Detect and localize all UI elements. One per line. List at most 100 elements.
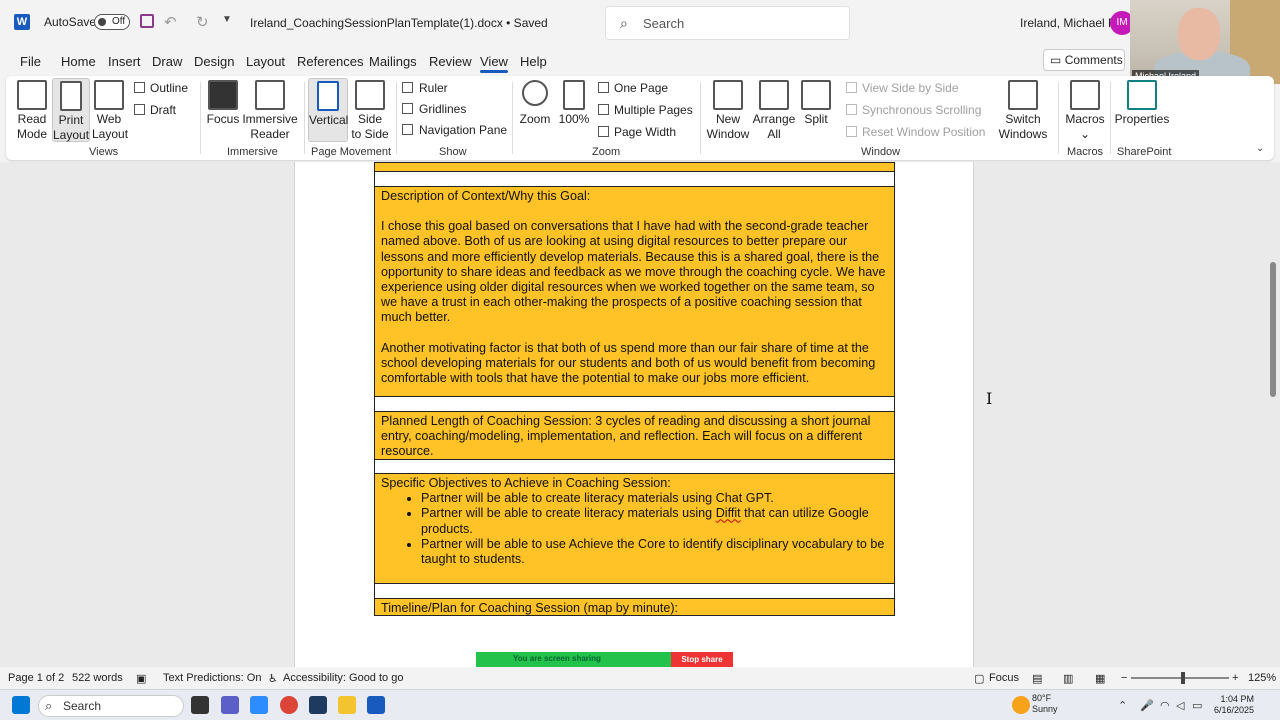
read-mode-button[interactable]: Read Mode (12, 80, 52, 142)
tray-overflow-icon[interactable]: ⌃ (1118, 699, 1127, 712)
navigation-pane-checkbox-box[interactable] (402, 124, 413, 135)
taskbar-clock[interactable]: 1:04 PM 6/16/2025 (1212, 694, 1254, 716)
zoom-out-icon[interactable]: − (1121, 672, 1127, 684)
multiple-pages-button[interactable]: Multiple Pages (598, 103, 693, 117)
focus-mode-icon[interactable]: ▢ (974, 672, 984, 685)
read-mode-view-icon[interactable]: ▤ (1032, 672, 1042, 685)
tab-references[interactable]: References (297, 54, 363, 69)
tab-design[interactable]: Design (194, 54, 234, 69)
web-layout-view-icon[interactable]: ▦ (1095, 672, 1105, 685)
outline-button[interactable]: Outline (134, 81, 188, 95)
tab-layout[interactable]: Layout (246, 54, 285, 69)
task-view-icon[interactable] (191, 696, 209, 714)
tab-draw[interactable]: Draw (152, 54, 182, 69)
zoom-100-button[interactable]: 100% (558, 80, 590, 127)
reset-window-position-button[interactable]: Reset Window Position (846, 125, 985, 139)
vertical-button[interactable]: Vertical (308, 78, 348, 142)
ruler-checkbox[interactable]: Ruler (402, 81, 448, 95)
vertical-scrollbar[interactable] (1270, 262, 1276, 397)
context-cell[interactable]: Description of Context/Why this Goal: I … (374, 186, 895, 397)
user-name[interactable]: Ireland, Michael R (1020, 16, 1117, 30)
document-page[interactable]: Description of Context/Why this Goal: I … (294, 162, 974, 667)
search-input[interactable]: ⌕ Search (605, 6, 850, 40)
immersive-reader-button[interactable]: Immersive Reader (242, 80, 298, 142)
zoom-slider-thumb[interactable] (1181, 672, 1185, 684)
table-cell-blank[interactable] (374, 459, 895, 474)
navigation-pane-checkbox[interactable]: Navigation Pane (402, 123, 507, 137)
chrome-icon[interactable] (280, 696, 298, 714)
document-canvas[interactable]: Description of Context/Why this Goal: I … (0, 162, 1280, 667)
page-width-button[interactable]: Page Width (598, 125, 676, 139)
comments-button[interactable]: ▭ Comments (1043, 49, 1125, 71)
properties-button[interactable]: Properties (1114, 80, 1170, 127)
page-count[interactable]: Page 1 of 2 (8, 672, 64, 684)
tab-help[interactable]: Help (520, 54, 547, 69)
redo-icon[interactable]: ↻ (196, 13, 209, 31)
timeline-cell[interactable]: Timeline/Plan for Coaching Session (map … (374, 598, 895, 616)
document-title[interactable]: Ireland_CoachingSessionPlanTemplate(1).d… (250, 16, 548, 30)
new-window-button[interactable]: New Window (706, 80, 750, 142)
tab-file[interactable]: File (20, 54, 41, 69)
collapse-ribbon-icon[interactable]: ⌄ (1256, 143, 1264, 154)
read-mode-label-1: Read (17, 112, 47, 126)
switch-windows-button[interactable]: Switch Windows (992, 80, 1054, 142)
word-taskbar-icon[interactable] (367, 696, 385, 714)
quick-access-dropdown-icon[interactable]: ▼ (222, 14, 232, 25)
accessibility-status[interactable]: Accessibility: Good to go (283, 672, 403, 684)
stop-share-button[interactable]: Stop share (671, 652, 733, 667)
web-layout-button[interactable]: Web Layout (92, 80, 128, 142)
autosave-toggle[interactable]: Off (94, 14, 130, 30)
taskbar-search[interactable]: Search (38, 695, 184, 717)
navigation-pane-label: Navigation Pane (419, 123, 508, 137)
objectives-cell[interactable]: Specific Objectives to Achieve in Coachi… (374, 473, 895, 584)
focus-button[interactable]: Focus (206, 80, 240, 127)
windows-start-icon[interactable] (12, 696, 30, 714)
tab-review[interactable]: Review (429, 54, 472, 69)
zoom-level[interactable]: 125% (1248, 672, 1276, 684)
ruler-checkbox-box[interactable] (402, 82, 413, 93)
volume-icon[interactable]: ◁ (1176, 699, 1184, 712)
gridlines-checkbox-box[interactable] (402, 103, 413, 114)
tab-view[interactable]: View (480, 54, 508, 73)
status-bar: Page 1 of 2 522 words ▣ Text Predictions… (0, 667, 1280, 689)
table-cell-blank[interactable] (374, 171, 895, 187)
save-icon[interactable] (140, 14, 154, 28)
arrange-all-button[interactable]: Arrange All (752, 80, 796, 142)
one-page-label: One Page (614, 81, 669, 95)
view-side-by-side-button[interactable]: View Side by Side (846, 81, 959, 95)
teams-icon[interactable] (221, 696, 239, 714)
spelling-flagged-word[interactable]: Diffit (716, 506, 741, 520)
microphone-icon[interactable]: 🎤 (1140, 699, 1154, 712)
table-cell-blank[interactable] (374, 396, 895, 412)
undo-icon[interactable]: ↶ (164, 13, 177, 31)
zoom-button[interactable]: Zoom (518, 80, 552, 127)
tab-mailings[interactable]: Mailings (369, 54, 417, 69)
app-icon[interactable] (309, 696, 327, 714)
zoom-app-icon[interactable] (250, 696, 268, 714)
print-layout-button[interactable]: Print Layout (52, 78, 90, 142)
zoom-in-icon[interactable]: + (1232, 672, 1238, 684)
focus-mode-label[interactable]: Focus (989, 672, 1019, 684)
macros-button[interactable]: Macros ⌄ (1064, 80, 1106, 142)
zoom-slider[interactable] (1131, 677, 1229, 679)
draft-button[interactable]: Draft (134, 103, 176, 117)
synchronous-scrolling-button[interactable]: Synchronous Scrolling (846, 103, 981, 117)
split-button[interactable]: Split (800, 80, 832, 127)
file-explorer-icon[interactable] (338, 696, 356, 714)
text-predictions-status[interactable]: Text Predictions: On (163, 672, 261, 684)
word-count[interactable]: 522 words (72, 672, 123, 684)
battery-icon[interactable]: ▭ (1192, 699, 1202, 712)
tab-insert[interactable]: Insert (108, 54, 141, 69)
tab-home[interactable]: Home (61, 54, 96, 69)
table-cell-blank[interactable] (374, 583, 895, 599)
weather-widget[interactable]: 80°F Sunny (1032, 693, 1058, 715)
proofing-icon[interactable]: ▣ (136, 672, 146, 685)
gridlines-checkbox[interactable]: Gridlines (402, 102, 466, 116)
one-page-button[interactable]: One Page (598, 81, 668, 95)
macros-label: Macros (1065, 112, 1105, 126)
length-cell[interactable]: Planned Length of Coaching Session: 3 cy… (374, 411, 895, 460)
side-to-side-button[interactable]: Side to Side (350, 80, 390, 142)
weather-icon[interactable] (1012, 696, 1030, 714)
wifi-icon[interactable]: ◠ (1160, 699, 1170, 712)
print-layout-view-icon[interactable]: ▥ (1063, 672, 1073, 685)
